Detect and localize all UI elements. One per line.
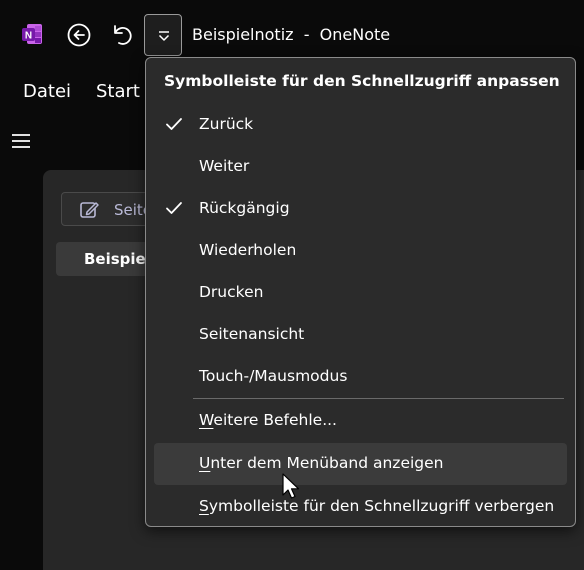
- menu-item-label: Weitere Befehle...: [199, 411, 337, 429]
- menu-item-label: Zurück: [199, 115, 254, 133]
- onenote-app-icon: N: [22, 24, 42, 44]
- customize-qat-menu: Symbolleiste für den Schnellzugriff anpa…: [145, 57, 576, 527]
- menu-item-unter-menueband-anzeigen[interactable]: Unter dem Menüband anzeigen: [154, 443, 567, 485]
- svg-text:N: N: [25, 31, 32, 42]
- menu-item-symbolleiste-verbergen[interactable]: Symbolleiste für den Schnellzugriff verb…: [154, 486, 567, 528]
- menu-item-weiter[interactable]: Weiter: [154, 146, 567, 188]
- edit-page-icon: [80, 202, 99, 218]
- menu-item-wiederholen[interactable]: Wiederholen: [154, 230, 567, 272]
- menu-item-weitere-befehle[interactable]: Weitere Befehle...: [154, 400, 567, 442]
- customize-quick-access-toolbar-button[interactable]: [144, 14, 182, 56]
- menu-item-label: Symbolleiste für den Schnellzugriff verb…: [199, 497, 555, 515]
- menu-item-drucken[interactable]: Drucken: [154, 272, 567, 314]
- menu-item-label: Seitenansicht: [199, 325, 305, 343]
- undo-icon[interactable]: [108, 22, 134, 48]
- checkmark-icon: [166, 202, 182, 214]
- page-item-label: Beispiel: [84, 250, 151, 268]
- menu-item-label: Wiederholen: [199, 241, 297, 259]
- menu-item-label: Drucken: [199, 283, 264, 301]
- menu-item-seitenansicht[interactable]: Seitenansicht: [154, 314, 567, 356]
- window-title: Beispielnotiz - OneNote: [192, 25, 391, 44]
- menu-item-zurueck[interactable]: Zurück: [154, 104, 567, 146]
- hamburger-menu-icon[interactable]: [11, 132, 31, 150]
- chevron-down-icon: [158, 31, 170, 41]
- back-arrow-icon[interactable]: [66, 22, 92, 48]
- menu-item-label: Unter dem Menüband anzeigen: [199, 454, 444, 472]
- menu-item-touch-mausmodus[interactable]: Touch-/Mausmodus: [154, 356, 567, 398]
- menu-item-rueckgaengig[interactable]: Rückgängig: [154, 188, 567, 230]
- menu-separator: [193, 398, 564, 399]
- mouse-cursor-icon: [282, 473, 300, 499]
- checkmark-icon: [166, 118, 182, 130]
- menu-start[interactable]: Start: [96, 81, 140, 102]
- menu-header: Symbolleiste für den Schnellzugriff anpa…: [164, 72, 560, 90]
- menu-item-label: Rückgängig: [199, 199, 290, 217]
- menu-item-label: Touch-/Mausmodus: [199, 367, 348, 385]
- menu-item-label: Weiter: [199, 157, 250, 175]
- menu-datei[interactable]: Datei: [23, 81, 71, 102]
